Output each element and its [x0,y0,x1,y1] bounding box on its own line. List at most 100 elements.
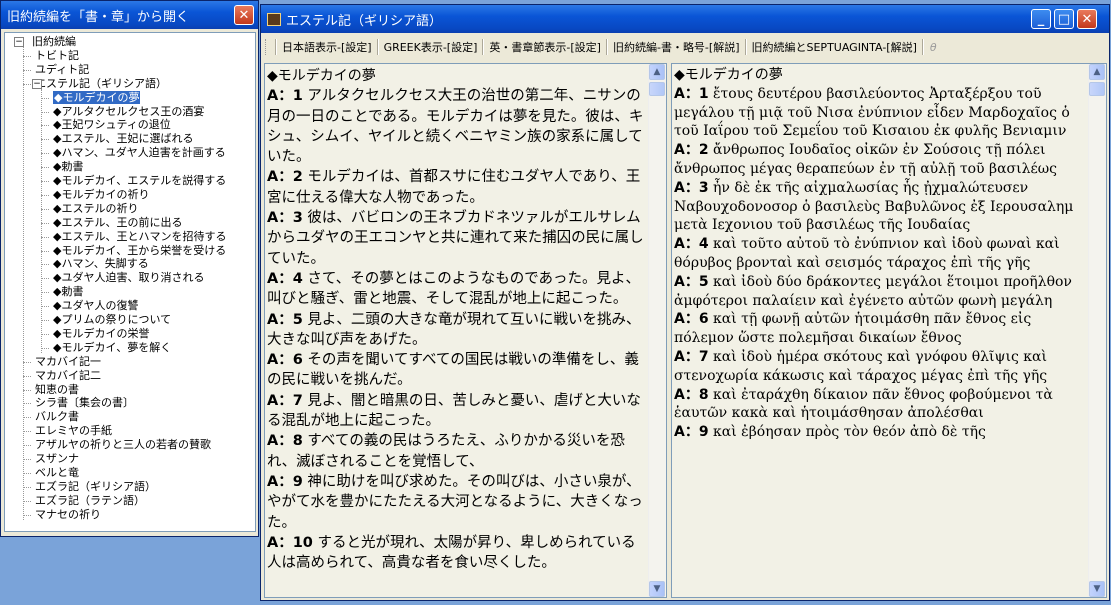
tree-connector [23,445,31,447]
verse-text: 彼は、バビロンの王ネブカドネツァルがエルサレムからユダヤの王エコンヤと共に連れて… [267,210,644,267]
verse: A：6 καὶ τῇ φωνῇ αὐτῶν ἡτοιμάσθη πᾶν ἔθνο… [674,310,1088,348]
tree-book[interactable]: エレミヤの手紙 [35,424,112,438]
scroll-thumb[interactable] [1089,82,1105,96]
theta-button[interactable]: θ [926,41,941,54]
scroll-down-icon[interactable]: ▼ [649,581,665,597]
close-icon[interactable]: ✕ [1077,9,1097,29]
tree-chapter[interactable]: ◆モルデカイ、夢を解く [53,341,171,355]
tree-chapter[interactable]: ◆勅書 [53,160,83,174]
japanese-display-settings-button[interactable]: 日本語表示-[設定] [279,39,375,55]
tree-connector [41,97,49,99]
tree-chapter[interactable]: ◆王妃ワシュティの退位 [53,118,171,132]
tree-book[interactable]: エズラ記（ギリシア語） [35,480,156,494]
tree-chapter[interactable]: ◆アルタクセルクセス王の酒宴 [53,105,204,119]
tree-book-expanded[interactable]: エステル記（ギリシア語） [35,77,167,91]
greek-scrollbar[interactable]: ▲ ▼ [1088,64,1106,597]
book-abbreviation-help-button[interactable]: 旧約続編-書・略号-[解説] [610,39,743,55]
tree-chapter[interactable]: ◆ユダヤ人の復讐 [53,299,138,313]
japanese-scrollbar[interactable]: ▲ ▼ [648,64,666,597]
greek-text-pane[interactable]: ◆モルデカイの夢 A：1 ἔτους δευτέρου βασιλεύοντος … [671,63,1107,598]
tree-book[interactable]: アザルヤの祈りと三人の若者の賛歌 [35,438,211,452]
tree-book[interactable]: バルク書 [35,410,79,424]
english-reference-settings-button[interactable]: 英・書章節表示-[設定] [486,39,604,55]
tree-book[interactable]: 知恵の書 [35,383,79,397]
toolbar-grip[interactable] [265,39,270,55]
collapse-icon[interactable]: − [14,37,24,47]
tree-item-label: バルク書 [35,410,79,424]
tree-book[interactable]: ユディト記 [35,63,89,77]
tree-book[interactable]: シラ書〔集会の書〕 [35,396,134,410]
collapse-icon[interactable]: − [32,78,42,89]
tree-book[interactable]: トビト記 [35,49,79,63]
tree-connector [23,389,31,391]
maximize-icon[interactable]: □ [1054,9,1074,29]
verse-text: καὶ ἰδοὺ ἡμέρα σκότους καὶ γνόφου θλῖψις… [674,348,1048,384]
tree-item-label: ベルと竜 [35,465,79,479]
verse-text: その声を聞いてすべての国民は戦いの準備をし、義の民に戦いを挑んだ。 [267,352,639,389]
tree-connector [41,250,49,252]
book-chapter-titlebar[interactable]: 旧約続編を「書・章」から開く ✕ [1,1,258,29]
tree-item-label: マカバイ記一 [35,354,101,368]
tree-chapter[interactable]: ◆モルデカイ、王から栄誉を受ける [53,244,226,258]
verse: A：8 すべての義の民はうろたえ、ふりかかる災いを恐れ、滅ぼされることを覚悟して… [267,431,648,472]
tree-item-label: ◆王妃ワシュティの退位 [53,118,171,132]
verse-label: A：3 [674,179,709,196]
tree-book[interactable]: マナセの祈り [35,508,101,522]
greek-display-settings-button[interactable]: GREEK表示-[設定] [381,39,481,55]
verse-label: A：4 [267,270,303,287]
tree-chapter[interactable]: ◆エステル、王妃に選ばれる [53,132,193,146]
tree-chapter[interactable]: ◆エステル、王とハマンを招待する [53,230,226,244]
verse-label: A：4 [674,236,709,253]
tree-chapter[interactable]: ◆エステル、王の前に出る [53,216,182,230]
tree-connector [41,236,49,238]
tree-chapter[interactable]: ◆モルデカイの栄誉 [53,327,149,341]
tree-chapter[interactable]: ◆ユダヤ人迫害、取り消される [53,271,204,285]
book-tree[interactable]: 旧約続編 − トビト記 ユディト記 エステル記（ギリシア語） − ◆モルデカイの夢 ◆アルタク… [4,32,256,532]
greek-text: ◆モルデカイの夢 A：1 ἔτους δευτέρου βασιλεύοντος … [674,66,1088,595]
tree-root[interactable]: 旧約続編 [32,35,76,49]
septuaginta-help-button[interactable]: 旧約続編とSEPTUAGINTA-[解説] [749,39,920,55]
minimize-icon[interactable]: _ [1031,9,1051,29]
tree-connector [41,167,49,169]
scroll-down-icon[interactable]: ▼ [1089,581,1105,597]
close-icon[interactable]: ✕ [234,5,254,25]
tree-book[interactable]: マカバイ記一 [35,355,101,369]
tree-item-label: ◆ハマン、ユダヤ人迫害を計画する [53,146,226,160]
verse: A：1 アルタクセルクセス大王の治世の第二年、ニサンの月の一日のことである。モル… [267,86,648,167]
verse-label: A：8 [267,433,303,450]
tree-connector [41,292,49,294]
tree-chapter[interactable]: ◆勅書 [53,285,83,299]
tree-chapter[interactable]: ◆ハマン、失脚する [53,257,149,271]
tree-chapter[interactable]: ◆モルデカイの祈り [53,188,149,202]
verse: A：4 さて、その夢とはこのようなものであった。見よ、叫びと騒ぎ、雷と地震、そし… [267,269,648,310]
scroll-up-icon[interactable]: ▲ [649,64,665,80]
tree-connector [41,320,49,321]
tree-chapter[interactable]: ◆プリムの祭りについて [53,313,171,327]
verse-label: A：5 [674,273,709,290]
tree-book[interactable]: マカバイ記二 [35,369,101,383]
verse-label: A：7 [674,348,709,365]
tree-item-label: ◆ユダヤ人迫害、取り消される [53,271,205,285]
japanese-text-pane[interactable]: ◆モルデカイの夢 A：1 アルタクセルクセス大王の治世の第二年、ニサンの月の一日の… [264,63,667,598]
tree-chapter[interactable]: ◆モルデカイの夢 [53,90,141,105]
tree-item-label: ◆モルデカイの夢 [53,90,141,104]
tree-item-label: 旧約続編 [32,35,76,48]
tree-item-label: アザルヤの祈りと三人の若者の賛歌 [35,438,211,452]
tree-chapter[interactable]: ◆ハマン、ユダヤ人迫害を計画する [53,146,226,160]
verse-text: さて、その夢とはこのようなものであった。見よ、叫びと騒ぎ、雷と地震、そして混乱が… [267,270,641,308]
tree-connector [23,486,31,488]
scroll-thumb[interactable] [649,82,665,96]
verse-label: A：9 [674,424,709,441]
verse-label: A：2 [674,142,709,159]
section-heading: ◆モルデカイの夢 [674,67,783,83]
tree-chapter[interactable]: ◆モルデカイ、エステルを説得する [53,174,226,188]
tree-chapter[interactable]: ◆エステルの祈り [53,202,138,216]
tree-item-label: トビト記 [35,48,79,62]
scroll-up-icon[interactable]: ▲ [1089,64,1105,80]
tree-connector [23,69,31,71]
tree-book[interactable]: ベルと竜 [35,466,79,480]
tree-connector [23,431,31,433]
reader-titlebar[interactable]: エステル記（ギリシア語） _ □ ✕ [261,5,1109,33]
tree-book[interactable]: エズラ記（ラテン語） [35,494,145,508]
tree-book[interactable]: スザンナ [35,452,79,466]
